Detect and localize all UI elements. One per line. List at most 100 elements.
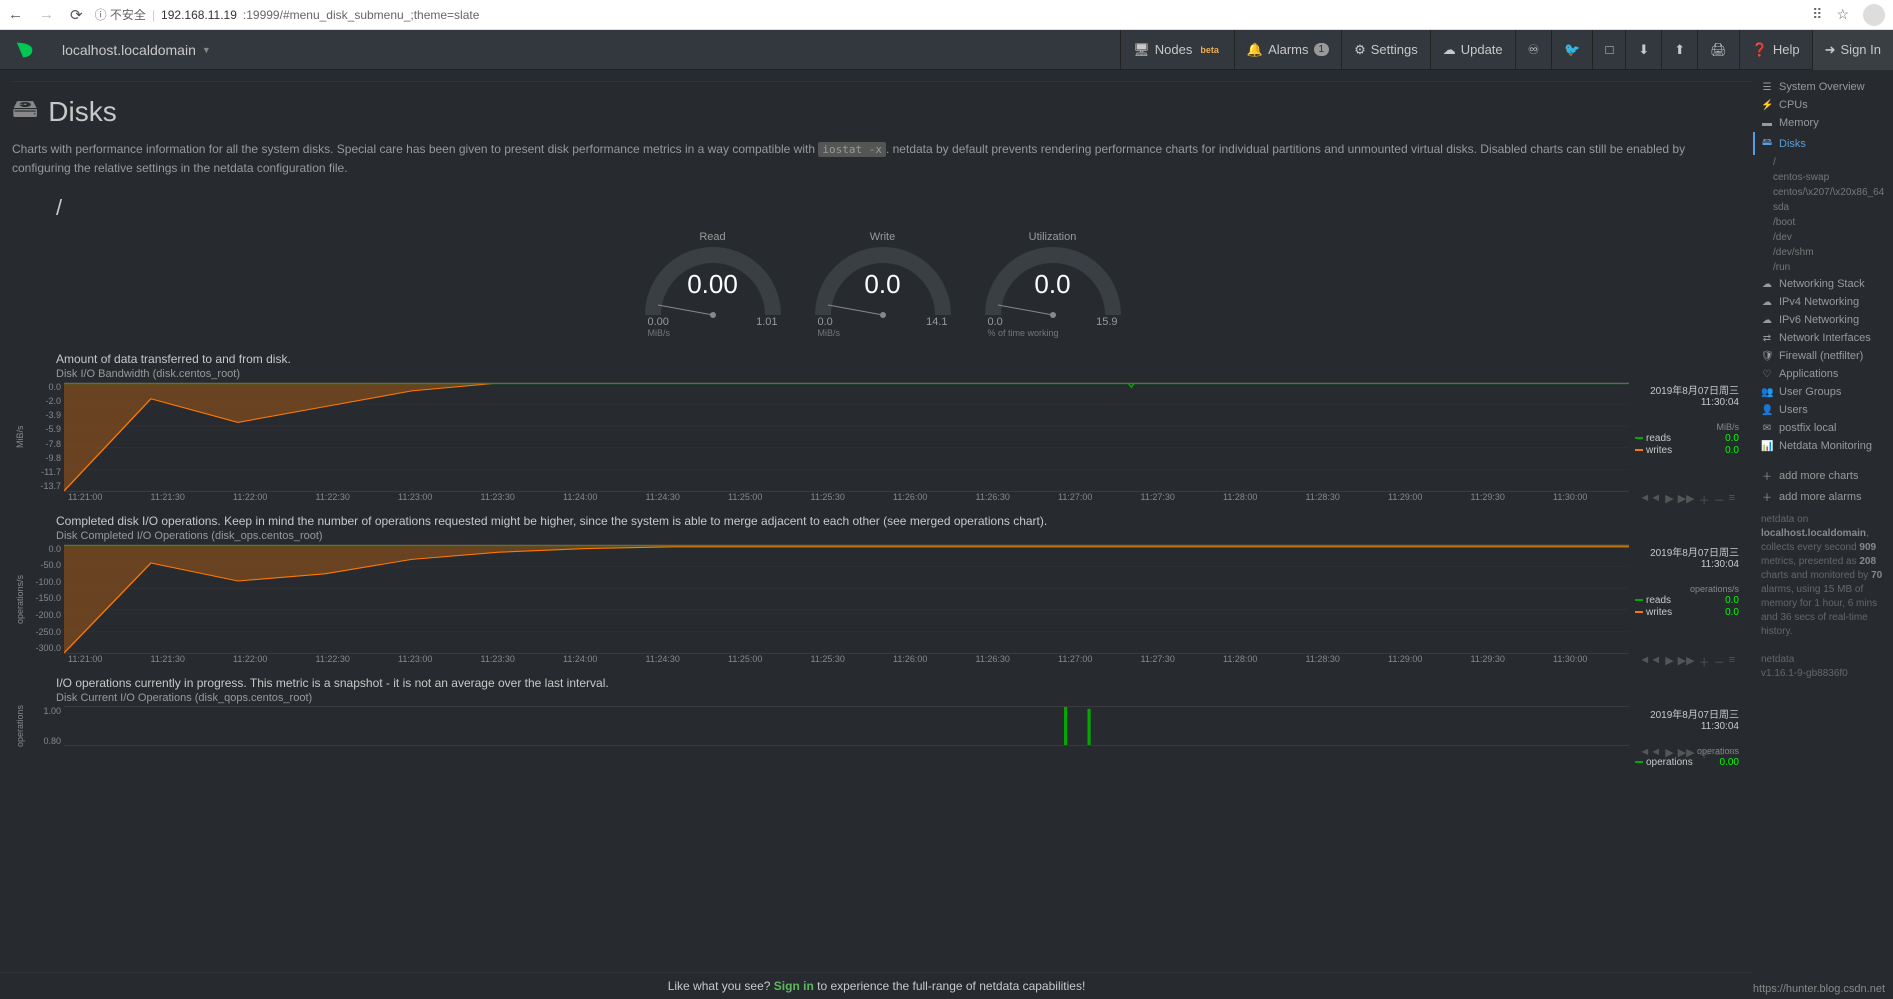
sidebar-item-firewall-netfilter-[interactable]: 🛡Firewall (netfilter) (1753, 347, 1893, 365)
chart-play-icon[interactable]: ▶ (1665, 492, 1673, 508)
chart-menu-icon[interactable]: ≡ (1729, 654, 1735, 670)
help-button[interactable]: ❓ Help (1739, 30, 1812, 70)
nodes-button[interactable]: 🖥 Nodes beta (1120, 30, 1234, 70)
legend-item[interactable]: reads 0.0 (1635, 595, 1739, 606)
upload-button[interactable]: ⬆ (1661, 30, 1697, 70)
chart-ylabel: operations (12, 706, 28, 746)
chart-next-icon[interactable]: ▶▶ (1678, 492, 1695, 508)
sidebar-item-networking-stack[interactable]: ☁Networking Stack (1753, 275, 1893, 293)
sidebar-item-postfix-local[interactable]: ✉postfix local (1753, 419, 1893, 437)
print-button[interactable]: 🖨 (1697, 30, 1739, 70)
top-navbar: localhost.localdomain ▼ 🖥 Nodes beta 🔔 A… (0, 30, 1893, 70)
sidebar-sub-item[interactable]: /run (1753, 260, 1893, 275)
chart-minus-icon[interactable]: － (1714, 654, 1725, 670)
sidebar-item-network-interfaces[interactable]: ⇄Network Interfaces (1753, 329, 1893, 347)
chart-add-icon[interactable]: ＋ (1699, 746, 1710, 762)
caret-down-icon: ▼ (202, 45, 211, 55)
chart-plot[interactable] (64, 706, 1629, 746)
star-icon[interactable]: ☆ (1836, 6, 1849, 23)
sidebar-label: Firewall (netfilter) (1779, 350, 1863, 362)
upload-icon: ⬆ (1674, 42, 1685, 58)
chart-prev-icon[interactable]: ◄◄ (1639, 746, 1661, 762)
sidebar-label: System Overview (1779, 81, 1865, 93)
sidebar-item-system-overview[interactable]: ☰System Overview (1753, 78, 1893, 96)
reload-icon[interactable]: ⟳ (70, 6, 83, 24)
chart-plot[interactable] (64, 544, 1629, 654)
facebook-icon: □ (1605, 42, 1613, 57)
chart-menu-icon[interactable]: ≡ (1729, 746, 1735, 762)
gauge-label: Read (638, 231, 788, 243)
avatar-icon[interactable] (1863, 4, 1885, 26)
gauge-read[interactable]: Read 0.00 0.001.01 MiB/s (638, 231, 788, 338)
url-path: :19999/#menu_disk_submenu_;theme=slate (243, 8, 480, 22)
update-button[interactable]: ☁ Update (1430, 30, 1515, 70)
sidebar-label: Netdata Monitoring (1779, 440, 1872, 452)
netdata-logo[interactable] (0, 39, 50, 61)
sidebar-sub-item[interactable]: sda (1753, 200, 1893, 215)
sidebar-sub-item[interactable]: / (1753, 155, 1893, 170)
github-link[interactable]: ♾ (1515, 30, 1552, 70)
sidebar-item-cpus[interactable]: ⚡CPUs (1753, 96, 1893, 114)
sidebar-icon: ▬ (1761, 118, 1773, 129)
translate-icon[interactable]: ⠿ (1812, 6, 1822, 23)
sidebar-label: Disks (1779, 138, 1806, 150)
url-bar[interactable]: ⓘ 不安全 | 192.168.11.19:19999/#menu_disk_s… (95, 6, 1801, 23)
sidebar-item-ipv4-networking[interactable]: ☁IPv4 Networking (1753, 293, 1893, 311)
chart-add-icon[interactable]: ＋ (1699, 492, 1710, 508)
legend-item[interactable]: writes 0.0 (1635, 607, 1739, 618)
twitter-link[interactable]: 🐦 (1551, 30, 1592, 70)
sidebar-sub-item[interactable]: /dev/shm (1753, 245, 1893, 260)
chart-add-icon[interactable]: ＋ (1699, 654, 1710, 670)
sidebar-icon: 📊 (1761, 441, 1773, 452)
gauge-write[interactable]: Write 0.0 0.014.1 MiB/s (808, 231, 958, 338)
settings-button[interactable]: ⚙ Settings (1341, 30, 1430, 70)
plus-icon: ＋ (1761, 468, 1773, 483)
chart-controls: ◄◄ ▶ ▶▶ ＋ － ≡ (1635, 746, 1739, 762)
sidebar-add-alarms[interactable]: ＋add more alarms (1753, 486, 1893, 507)
legend-item[interactable]: writes 0.0 (1635, 445, 1739, 456)
sidebar-sub-item[interactable]: /boot (1753, 215, 1893, 230)
sidebar-label: User Groups (1779, 386, 1841, 398)
hostname-dropdown[interactable]: localhost.localdomain ▼ (50, 42, 223, 58)
sidebar-item-applications[interactable]: ♡Applications (1753, 365, 1893, 383)
chart-next-icon[interactable]: ▶▶ (1678, 654, 1695, 670)
sidebar-sub-item[interactable]: /dev (1753, 230, 1893, 245)
chart-prev-icon[interactable]: ◄◄ (1639, 654, 1661, 670)
back-icon[interactable]: ← (8, 6, 23, 24)
sidebar-item-disks[interactable]: 🖴 Disks (1753, 132, 1893, 155)
sidebar-add-charts[interactable]: ＋add more charts (1753, 465, 1893, 486)
alarms-button[interactable]: 🔔 Alarms 1 (1234, 30, 1341, 70)
sidebar-icon: 🖴 (1761, 135, 1773, 152)
facebook-link[interactable]: □ (1592, 30, 1625, 70)
sidebar-item-memory[interactable]: ▬Memory (1753, 114, 1893, 132)
signin-banner-link[interactable]: Sign in (774, 979, 814, 993)
gauge-utilization[interactable]: Utilization 0.0 0.015.9 % of time workin… (978, 231, 1128, 338)
chart-title: Disk I/O Bandwidth (disk.centos_root) (56, 368, 1739, 380)
chart-prev-icon[interactable]: ◄◄ (1639, 492, 1661, 508)
chart-next-icon[interactable]: ▶▶ (1678, 746, 1695, 762)
chart-minus-icon[interactable]: － (1714, 746, 1725, 762)
chart-minus-icon[interactable]: － (1714, 492, 1725, 508)
chart-plot[interactable] (64, 382, 1629, 492)
global-timeline[interactable] (12, 70, 1753, 82)
sidebar-item-user-groups[interactable]: 👥User Groups (1753, 383, 1893, 401)
sidebar-item-ipv6-networking[interactable]: ☁IPv6 Networking (1753, 311, 1893, 329)
insecure-label: ⓘ 不安全 (95, 6, 146, 23)
forward-icon[interactable]: → (39, 6, 54, 24)
chart-xaxis (64, 746, 1635, 762)
chart-play-icon[interactable]: ▶ (1665, 654, 1673, 670)
chart-play-icon[interactable]: ▶ (1665, 746, 1673, 762)
chart-legend: 2019年8月07日周三 11:30:04 operations operati… (1629, 706, 1739, 746)
sidebar-item-netdata-monitoring[interactable]: 📊 Netdata Monitoring (1753, 437, 1893, 455)
sidebar-label: IPv6 Networking (1779, 314, 1859, 326)
signin-button[interactable]: ➜ Sign In (1812, 30, 1893, 70)
sidebar-sub-item[interactable]: centos-swap (1753, 170, 1893, 185)
sidebar-label: postfix local (1779, 422, 1836, 434)
sidebar-item-users[interactable]: 👤Users (1753, 401, 1893, 419)
legend-item[interactable]: reads 0.0 (1635, 433, 1739, 444)
chart-legend: 2019年8月07日周三 11:30:04 MiB/s reads 0.0 wr… (1629, 382, 1739, 492)
chart-menu-icon[interactable]: ≡ (1729, 492, 1735, 508)
sidebar-sub-item[interactable]: centos/\x207/\x20x86_64 (1753, 185, 1893, 200)
sidebar-icon: ⚡ (1761, 100, 1773, 111)
download-button[interactable]: ⬇ (1625, 30, 1661, 70)
